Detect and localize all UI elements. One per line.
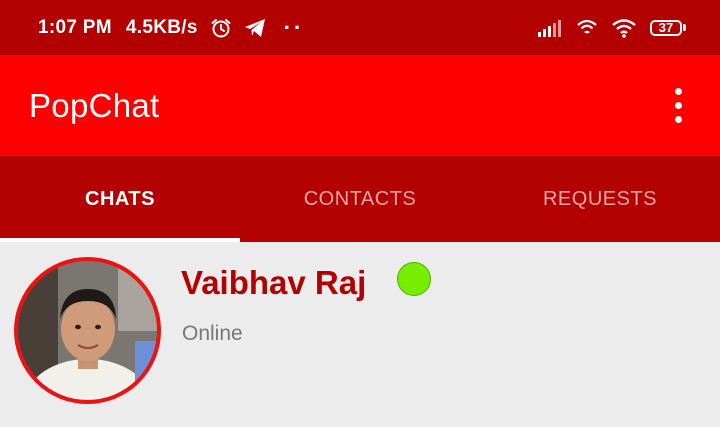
- tab-contacts[interactable]: CONTACTS: [240, 156, 480, 242]
- more-vert-icon[interactable]: [666, 86, 690, 126]
- chat-list-item[interactable]: Vaibhav Raj Online: [0, 242, 720, 427]
- signal-icon: [538, 19, 562, 37]
- wifi-icon: [612, 18, 636, 38]
- overflow-dot: [674, 88, 682, 95]
- tab-chats[interactable]: CHATS: [0, 156, 240, 242]
- status-right: 37: [538, 18, 686, 38]
- wifi-calling-icon: [576, 18, 598, 38]
- overflow-dot: [674, 116, 682, 123]
- contact-name: Vaibhav Raj: [181, 264, 367, 301]
- app-bar: PopChat: [0, 55, 720, 156]
- battery-level: 37: [650, 19, 682, 36]
- contact-status: Online: [182, 322, 243, 345]
- telegram-icon: [244, 18, 266, 38]
- status-time: 1:07 PM: [38, 16, 112, 38]
- status-left: 1:07 PM 4.5KB/s ··: [38, 14, 305, 40]
- alarm-icon: [210, 17, 232, 39]
- notification-dots: ··: [283, 14, 305, 40]
- app-title: PopChat: [29, 86, 160, 124]
- avatar[interactable]: [14, 257, 161, 404]
- tab-requests[interactable]: REQUESTS: [480, 156, 720, 242]
- tab-bar: CHATS CONTACTS REQUESTS: [0, 156, 720, 242]
- battery-tip: [683, 24, 686, 31]
- status-bar: 1:07 PM 4.5KB/s ·· 37: [0, 0, 720, 55]
- network-speed: 4.5KB/s: [125, 16, 198, 38]
- battery-icon: 37: [650, 19, 686, 36]
- online-indicator: [397, 262, 431, 296]
- overflow-dot: [674, 102, 682, 109]
